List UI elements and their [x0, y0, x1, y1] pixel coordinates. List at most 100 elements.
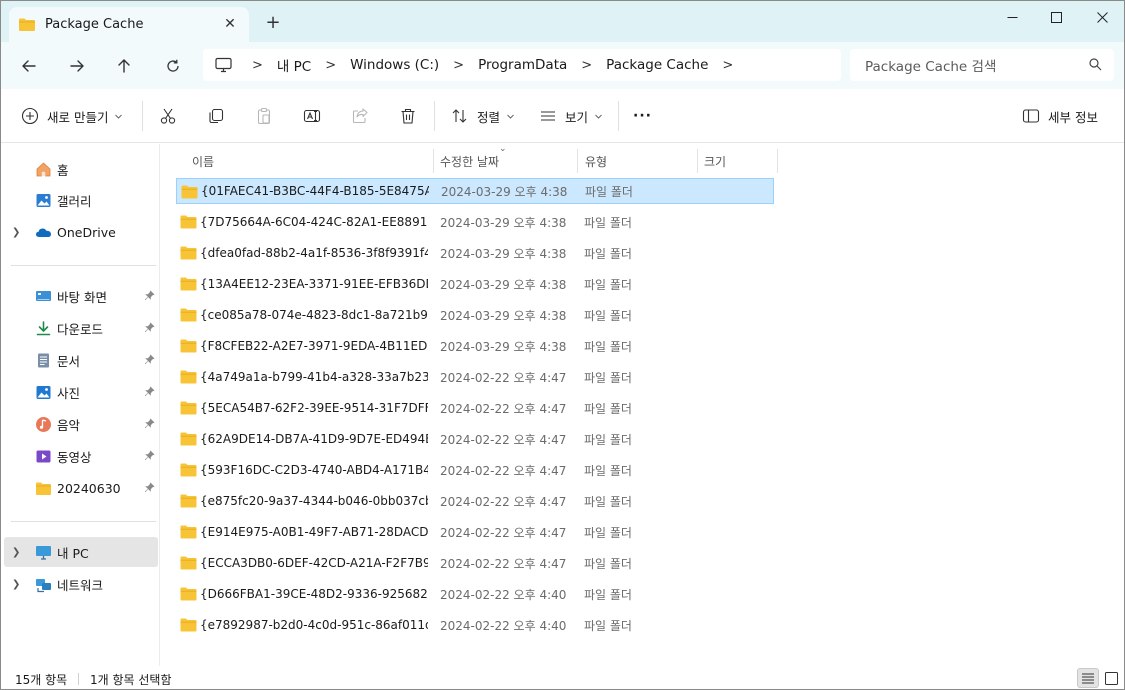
column-header-size[interactable]: 크기	[704, 149, 726, 173]
minimize-button[interactable]	[989, 1, 1035, 33]
sidebar-item-network[interactable]: ❯ 네트워크	[4, 569, 158, 599]
sidebar-item-onedrive[interactable]: ❯ OneDrive	[4, 217, 158, 247]
pin-icon[interactable]	[144, 354, 155, 365]
column-header-name[interactable]: 이름	[192, 149, 214, 173]
file-row[interactable]: {E914E975-A0B1-49F7-AB71-28DACD... 2024-0…	[176, 519, 774, 545]
pin-icon[interactable]	[144, 322, 155, 333]
breadcrumb-windows-c[interactable]: Windows (C:)	[350, 57, 439, 73]
column-divider[interactable]	[697, 149, 698, 173]
breadcrumb-programdata[interactable]: ProgramData	[478, 57, 567, 73]
file-row[interactable]: {e7892987-b2d0-4c0d-951c-86af011df... 202…	[176, 612, 774, 638]
file-type: 파일 폴더	[584, 370, 632, 385]
file-row[interactable]: {62A9DE14-DB7A-41D9-9D7E-ED494E... 2024-0…	[176, 426, 774, 452]
share-button[interactable]	[351, 104, 369, 128]
column-divider[interactable]	[777, 149, 778, 173]
breadcrumb-separator[interactable]: >	[325, 58, 336, 73]
delete-button[interactable]	[399, 104, 417, 128]
preview-view-button[interactable]	[1100, 668, 1122, 688]
sidebar-item-this-pc[interactable]: ❯ 내 PC	[4, 537, 158, 567]
file-row[interactable]: {593F16DC-C2D3-4740-ABD4-A171B4... 2024-0…	[176, 457, 774, 483]
file-row[interactable]: {ce085a78-074e-4823-8dc1-8a721b94... 2024…	[176, 302, 774, 328]
cut-button[interactable]	[159, 104, 177, 128]
breadcrumb-separator[interactable]: >	[453, 58, 464, 73]
file-name: {4a749a1a-b799-41b4-a328-33a7b235...	[200, 370, 428, 384]
copy-button[interactable]	[207, 104, 225, 128]
toolbar-divider	[142, 101, 143, 131]
chevron-down-icon	[115, 114, 123, 119]
breadcrumb-separator[interactable]: >	[252, 58, 263, 73]
file-type: 파일 폴더	[584, 463, 632, 478]
pin-icon[interactable]	[144, 418, 155, 429]
sidebar-item-downloads[interactable]: 다운로드	[4, 313, 158, 343]
breadcrumb-separator[interactable]: >	[722, 58, 733, 73]
sidebar-item-pictures[interactable]: 사진	[4, 377, 158, 407]
sort-icon	[452, 109, 467, 123]
file-name: {dfea0fad-88b2-4a1f-8536-3f8f9391f4ef}	[200, 246, 428, 260]
more-options-button[interactable]: ···	[633, 104, 652, 128]
new-button[interactable]: 새로 만들기	[21, 104, 123, 128]
arrow-right-icon	[70, 60, 84, 72]
file-row[interactable]: {4a749a1a-b799-41b4-a328-33a7b235... 2024…	[176, 364, 774, 390]
sidebar-item-videos[interactable]: 동영상	[4, 441, 158, 471]
file-row[interactable]: {7D75664A-6C04-424C-82A1-EE88913... 2024-…	[176, 209, 774, 235]
file-row[interactable]: {e875fc20-9a37-4344-b046-0bb037cb... 2024…	[176, 488, 774, 514]
sidebar-item-desktop[interactable]: 바탕 화면	[4, 281, 158, 311]
file-row[interactable]: {5ECA54B7-62F2-39EE-9514-31F7DFFF... 2024…	[176, 395, 774, 421]
file-row[interactable]: {F8CFEB22-A2E7-3971-9EDA-4B11EDE... 2024-…	[176, 333, 774, 359]
document-icon	[38, 353, 49, 367]
up-button[interactable]	[112, 54, 136, 78]
navigation-pane: 홈 갤러리 ❯ OneDrive 바탕 화면 다운로드 문서 사진 음악 동영상…	[1, 144, 160, 666]
file-name: {13A4EE12-23EA-3371-91EE-EFB36DD...	[200, 277, 428, 291]
column-divider[interactable]	[433, 149, 434, 173]
folder-icon	[180, 370, 197, 384]
tab-close-icon[interactable]: ✕	[221, 15, 239, 33]
expand-chevron-icon[interactable]: ❯	[12, 227, 20, 238]
column-divider[interactable]	[577, 149, 578, 173]
breadcrumb-this-pc[interactable]: 내 PC	[277, 55, 311, 75]
refresh-button[interactable]	[161, 54, 185, 78]
folder-icon	[180, 587, 197, 601]
file-row[interactable]: {01FAEC41-B3BC-44F4-B185-5E8475A... 2024-…	[176, 178, 774, 204]
breadcrumb-package-cache[interactable]: Package Cache	[606, 57, 708, 73]
file-row[interactable]: {dfea0fad-88b2-4a1f-8536-3f8f9391f4ef} 20…	[176, 240, 774, 266]
item-count: 15개 항목	[15, 673, 68, 687]
column-header-date[interactable]: 수정한 날짜	[440, 149, 499, 173]
pin-icon[interactable]	[144, 450, 155, 461]
search-input[interactable]: Package Cache 검색	[850, 49, 1114, 81]
tab-package-cache[interactable]: Package Cache ✕	[9, 7, 249, 42]
breadcrumb-separator[interactable]: >	[581, 58, 592, 73]
forward-button[interactable]	[65, 54, 89, 78]
file-name: {ECCA3DB0-6DEF-42CD-A21A-F2F7B9...	[200, 556, 428, 570]
close-window-button[interactable]	[1079, 1, 1124, 33]
file-row[interactable]: {D666FBA1-39CE-48D2-9336-9256827... 2024-…	[176, 581, 774, 607]
details-pane-button[interactable]: 세부 정보	[1022, 104, 1098, 128]
music-icon	[36, 416, 51, 432]
file-row[interactable]: {ECCA3DB0-6DEF-42CD-A21A-F2F7B9... 2024-0…	[176, 550, 774, 576]
sidebar-item-documents[interactable]: 문서	[4, 345, 158, 375]
file-row[interactable]: {13A4EE12-23EA-3371-91EE-EFB36DD... 2024-…	[176, 271, 774, 297]
column-header-type[interactable]: 유형	[585, 149, 607, 173]
sort-button[interactable]: 정렬	[451, 104, 515, 128]
file-date: 2024-03-29 오후 4:38	[440, 308, 567, 323]
paste-button[interactable]	[255, 104, 273, 128]
file-type: 파일 폴더	[584, 525, 632, 540]
navigation-bar: > 내 PC > Windows (C:) > ProgramData > Pa…	[1, 42, 1124, 89]
expand-chevron-icon[interactable]: ❯	[12, 579, 20, 590]
back-button[interactable]	[17, 54, 41, 78]
pin-icon[interactable]	[144, 290, 155, 301]
pin-icon[interactable]	[144, 482, 155, 493]
view-button[interactable]: 보기	[539, 104, 603, 128]
pin-icon[interactable]	[144, 386, 155, 397]
file-type: 파일 폴더	[584, 494, 632, 509]
rename-button[interactable]	[303, 104, 321, 128]
details-view-button[interactable]	[1077, 668, 1099, 688]
sidebar-item-gallery[interactable]: 갤러리	[4, 185, 158, 215]
sidebar-item-home[interactable]: 홈	[4, 154, 158, 184]
address-bar[interactable]: > 내 PC > Windows (C:) > ProgramData > Pa…	[203, 49, 841, 81]
minimize-icon	[1007, 16, 1017, 18]
expand-chevron-icon[interactable]: ❯	[12, 547, 20, 558]
maximize-button[interactable]	[1033, 1, 1079, 33]
sidebar-item-music[interactable]: 음악	[4, 409, 158, 439]
new-tab-button[interactable]: +	[263, 14, 283, 34]
sidebar-item-20240630[interactable]: 20240630	[4, 473, 158, 503]
